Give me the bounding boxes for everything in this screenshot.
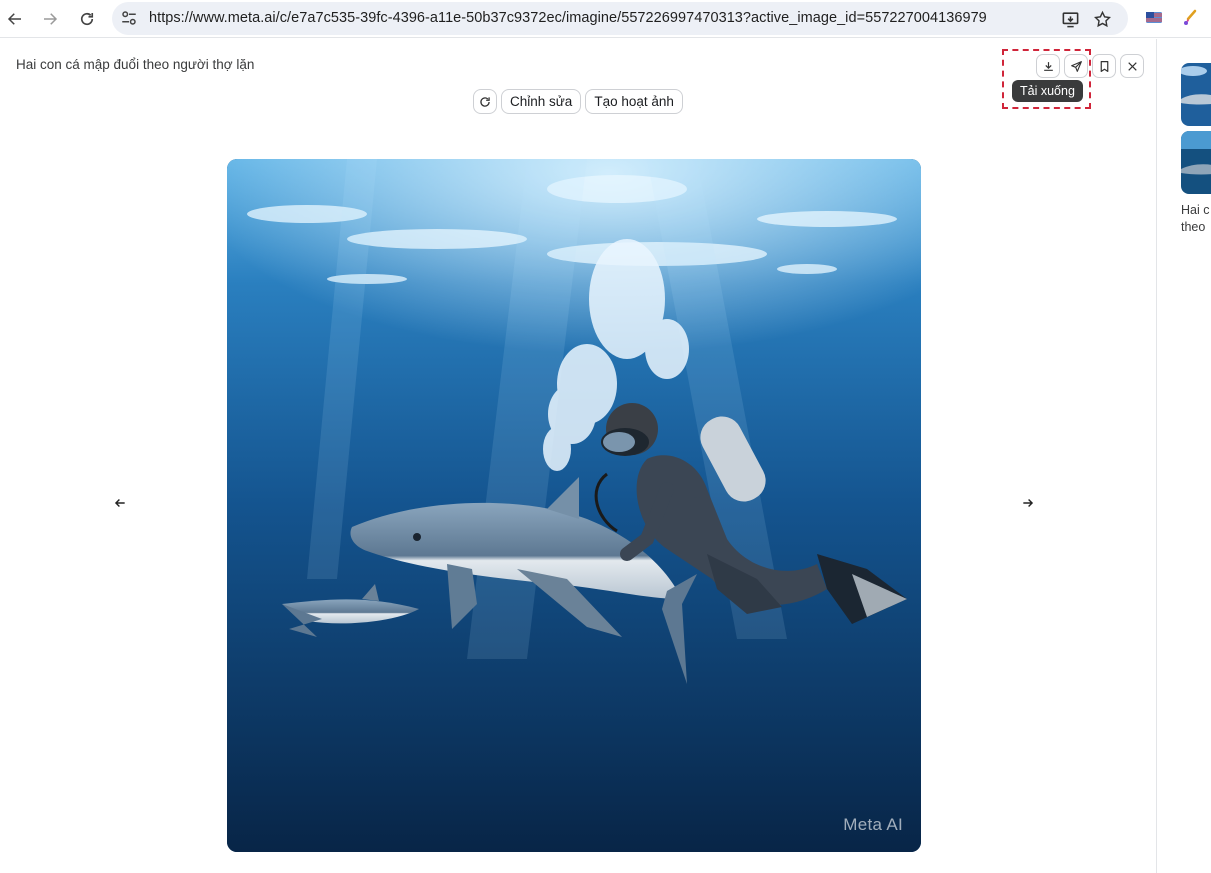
history-item-caption[interactable]: Hai c theo — [1181, 202, 1211, 236]
bookmark-icon — [1100, 60, 1108, 72]
save-button[interactable] — [1092, 54, 1116, 78]
url-text[interactable]: https://www.meta.ai/c/e7a7c535-39fc-4396… — [149, 10, 987, 26]
thumbnail-image-1 — [1181, 63, 1211, 126]
browser-toolbar: https://www.meta.ai/c/e7a7c535-39fc-4396… — [0, 0, 1211, 38]
edit-button[interactable]: Chỉnh sửa — [501, 89, 582, 114]
forward-button[interactable] — [35, 4, 65, 34]
close-button[interactable] — [1120, 54, 1144, 78]
bookmark-star-button[interactable] — [1092, 9, 1112, 29]
tune-icon[interactable] — [120, 9, 138, 27]
generated-image[interactable]: Meta AI — [227, 159, 921, 852]
image-toolbar: Chỉnh sửa Tạo hoạt ảnh — [473, 89, 683, 114]
diver-with-sharks-illustration — [227, 159, 921, 852]
next-image-button[interactable] — [1019, 494, 1037, 512]
extension-brush-icon[interactable] — [1181, 9, 1199, 27]
address-bar[interactable]: https://www.meta.ai/c/e7a7c535-39fc-4396… — [112, 2, 1128, 35]
arrow-left-icon — [114, 499, 125, 507]
install-app-button[interactable] — [1060, 9, 1080, 29]
image-caption: Hai con cá mập đuổi theo người thợ lặn — [16, 57, 255, 72]
arrow-right-icon — [1023, 499, 1034, 507]
history-caption-line-2: theo — [1181, 220, 1206, 234]
download-tooltip: Tải xuống — [1012, 80, 1083, 102]
close-icon — [1127, 61, 1137, 71]
animate-button[interactable]: Tạo hoạt ảnh — [585, 89, 683, 114]
reload-icon — [80, 12, 94, 26]
extension-flag-icon[interactable] — [1145, 9, 1163, 27]
regenerate-button[interactable] — [473, 89, 497, 114]
meta-ai-watermark: Meta AI — [843, 815, 903, 834]
arrow-left-icon — [7, 13, 21, 25]
thumbnail-image-2 — [1181, 131, 1211, 194]
sidebar-divider — [1156, 39, 1157, 873]
previous-image-button[interactable] — [111, 494, 129, 512]
arrow-right-icon — [44, 13, 58, 25]
install-app-icon — [1062, 11, 1078, 27]
history-thumbnail-2[interactable] — [1181, 131, 1211, 194]
reload-button[interactable] — [72, 4, 102, 34]
history-caption-line-1: Hai c — [1181, 203, 1210, 217]
star-icon — [1093, 10, 1111, 27]
back-button[interactable] — [0, 4, 30, 34]
refresh-icon — [480, 96, 490, 107]
history-thumbnail-1[interactable] — [1181, 63, 1211, 126]
